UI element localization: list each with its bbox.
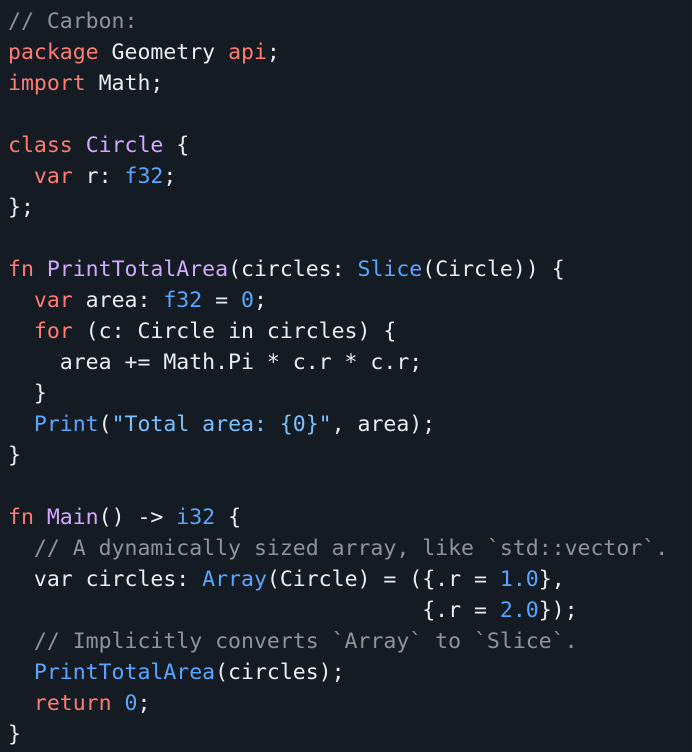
code-line: // Carbon:: [8, 6, 692, 37]
code-token-plain: var circles:: [8, 567, 203, 592]
code-token-keyword: class: [8, 133, 73, 158]
code-token-plain: },: [538, 567, 565, 592]
code-token-plain: });: [538, 598, 578, 623]
code-token-plain: (circles:: [228, 257, 358, 282]
code-token-plain: r:: [72, 164, 125, 189]
code-line: for (c: Circle in circles) {: [8, 316, 692, 347]
code-token-plain: }: [8, 381, 47, 406]
code-token-keyword: import: [8, 71, 86, 96]
code-token-plain: (Circle) = ({.r =: [266, 567, 500, 592]
code-token-func: Print: [33, 412, 99, 437]
code-line: class Circle {: [8, 130, 692, 161]
code-token-keyword: return: [33, 691, 112, 716]
code-token-plain: , area);: [331, 412, 436, 437]
code-token-plain: Geometry: [98, 40, 229, 65]
code-token-func: PrintTotalArea: [33, 660, 216, 685]
code-line: fn Main() -> i32 {: [8, 502, 692, 533]
code-line: var circles: Array(Circle) = ({.r = 1.0}…: [8, 564, 692, 595]
code-line: }: [8, 378, 692, 409]
code-token-keyword: fn: [8, 257, 34, 282]
code-line: import Math;: [8, 68, 692, 99]
code-token-string: "Total area: {0}": [111, 412, 332, 437]
code-line: Print("Total area: {0}", area);: [8, 409, 692, 440]
code-token-plain: {.r =: [8, 598, 500, 623]
code-token-keyword: var: [33, 164, 73, 189]
code-token-plain: };: [8, 195, 34, 220]
code-block[interactable]: // Carbon: package Geometry api; import Ma…: [0, 0, 692, 752]
code-token-plain: ;: [253, 288, 267, 313]
code-token-keyword: package: [8, 40, 99, 65]
code-line: };: [8, 192, 692, 223]
code-token-comment: // Carbon:: [8, 9, 138, 34]
code-token-keyword: api: [228, 40, 267, 65]
code-token-type: Main: [46, 505, 99, 530]
code-token-builtin: i32: [176, 505, 216, 530]
code-token-plain: area:: [72, 288, 164, 313]
code-token-plain: (: [98, 412, 112, 437]
code-token-number: 2.0: [499, 598, 539, 623]
code-line: var area: f32 = 0;: [8, 285, 692, 316]
code-token-number: 0: [124, 691, 138, 716]
code-line: // Implicitly converts `Array` to `Slice…: [8, 626, 692, 657]
code-line: area += Math.Pi * c.r * c.r;: [8, 347, 692, 378]
code-token-builtin: f32: [124, 164, 164, 189]
code-token-number: 0: [241, 288, 254, 313]
code-token-plain: =: [202, 288, 242, 313]
code-token-comment: // A dynamically sized array, like `std:…: [8, 536, 669, 561]
code-token-keyword: fn: [8, 505, 34, 530]
code-token-type: PrintTotalArea: [46, 257, 229, 282]
code-token-plain: (c: Circle in circles) {: [72, 319, 397, 344]
code-token-plain: (circles);: [215, 660, 345, 685]
code-token-plain: ;: [137, 691, 151, 716]
code-token-number: 1.0: [499, 567, 539, 592]
code-token-plain: }: [8, 722, 21, 747]
code-line: var r: f32;: [8, 161, 692, 192]
code-line: fn PrintTotalArea(circles: Slice(Circle)…: [8, 254, 692, 285]
code-token-plain: {: [163, 133, 190, 158]
code-token-plain: {: [215, 505, 242, 530]
code-token-keyword: for: [33, 319, 73, 344]
code-line: }: [8, 719, 692, 750]
code-token-plain: Math;: [85, 71, 164, 96]
code-line: package Geometry api;: [8, 37, 692, 68]
code-token-plain: () ->: [98, 505, 177, 530]
code-token-plain: area += Math.Pi * c.r * c.r;: [8, 350, 423, 375]
code-token-keyword: var: [33, 288, 73, 313]
code-token-plain: ;: [266, 40, 280, 65]
code-token-comment: // Implicitly converts `Array` to `Slice…: [8, 629, 578, 654]
code-line: PrintTotalArea(circles);: [8, 657, 692, 688]
code-token-builtin: Slice: [357, 257, 423, 282]
code-token-builtin: Array: [202, 567, 267, 592]
code-token-builtin: f32: [163, 288, 203, 313]
code-token-plain: ;: [163, 164, 177, 189]
code-token-type: Circle: [85, 133, 164, 158]
code-line: {.r = 2.0});: [8, 595, 692, 626]
code-line: return 0;: [8, 688, 692, 719]
code-token-plain: (Circle)) {: [422, 257, 565, 282]
code-token-plain: }: [8, 443, 21, 468]
code-line: }: [8, 440, 692, 471]
code-line: // A dynamically sized array, like `std:…: [8, 533, 692, 564]
